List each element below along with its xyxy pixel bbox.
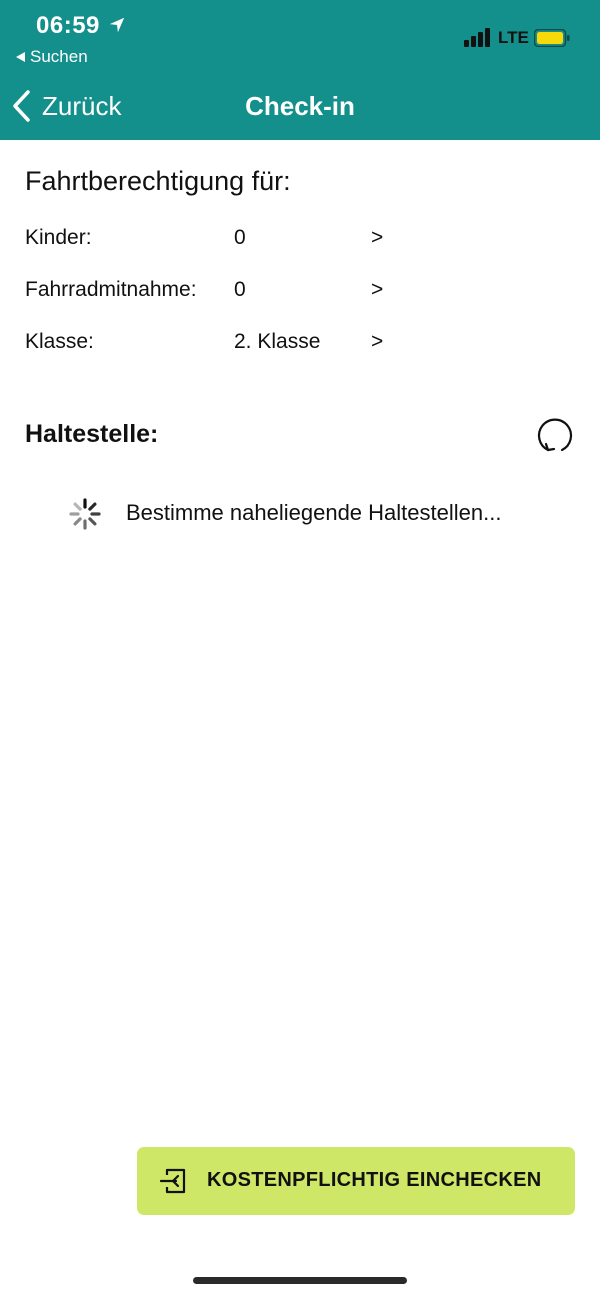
chevron-right-icon: > [371,330,384,353]
stop-title: Haltestelle: [25,420,159,448]
chevron-right-icon: > [371,226,384,249]
sign-in-icon [159,1168,186,1194]
refresh-icon[interactable] [534,414,576,456]
chevron-left-icon [13,90,30,122]
checkin-button[interactable]: KOSTENPFLICHTIG EINCHECKEN [137,1147,575,1215]
bicycle-label: Fahrradmitnahme: [25,278,197,301]
checkin-button-label: KOSTENPFLICHTIG EINCHECKEN [207,1169,542,1191]
back-triangle-icon [16,52,25,62]
location-arrow-icon [109,17,125,33]
header-bar: 06:59 Suchen LTE Zurück Check-in [0,0,600,140]
loading-spinner-icon [69,498,101,530]
back-app-label: Suchen [30,47,88,66]
children-row[interactable]: Kinder: 0 > [25,222,405,254]
battery-icon [534,29,570,47]
class-label: Klasse: [25,330,94,353]
entitlement-title: Fahrtberechtigung für: [25,166,291,196]
network-type: LTE [498,28,529,47]
back-button-label: Zurück [42,90,122,121]
children-label: Kinder: [25,226,92,249]
status-time: 06:59 [36,12,100,39]
loading-text: Bestimme naheliegende Haltestellen... [126,500,502,525]
class-row[interactable]: Klasse: 2. Klasse > [25,326,405,358]
home-indicator[interactable] [193,1277,407,1284]
chevron-right-icon: > [371,278,384,301]
back-to-app-link[interactable]: Suchen [16,47,88,67]
page-title: Check-in [245,91,355,121]
cellular-signal-icon [464,28,490,47]
children-value: 0 [234,226,246,249]
bicycle-row[interactable]: Fahrradmitnahme: 0 > [25,274,405,306]
class-value: 2. Klasse [234,330,321,353]
back-button[interactable]: Zurück [12,88,121,124]
bicycle-value: 0 [234,278,246,301]
